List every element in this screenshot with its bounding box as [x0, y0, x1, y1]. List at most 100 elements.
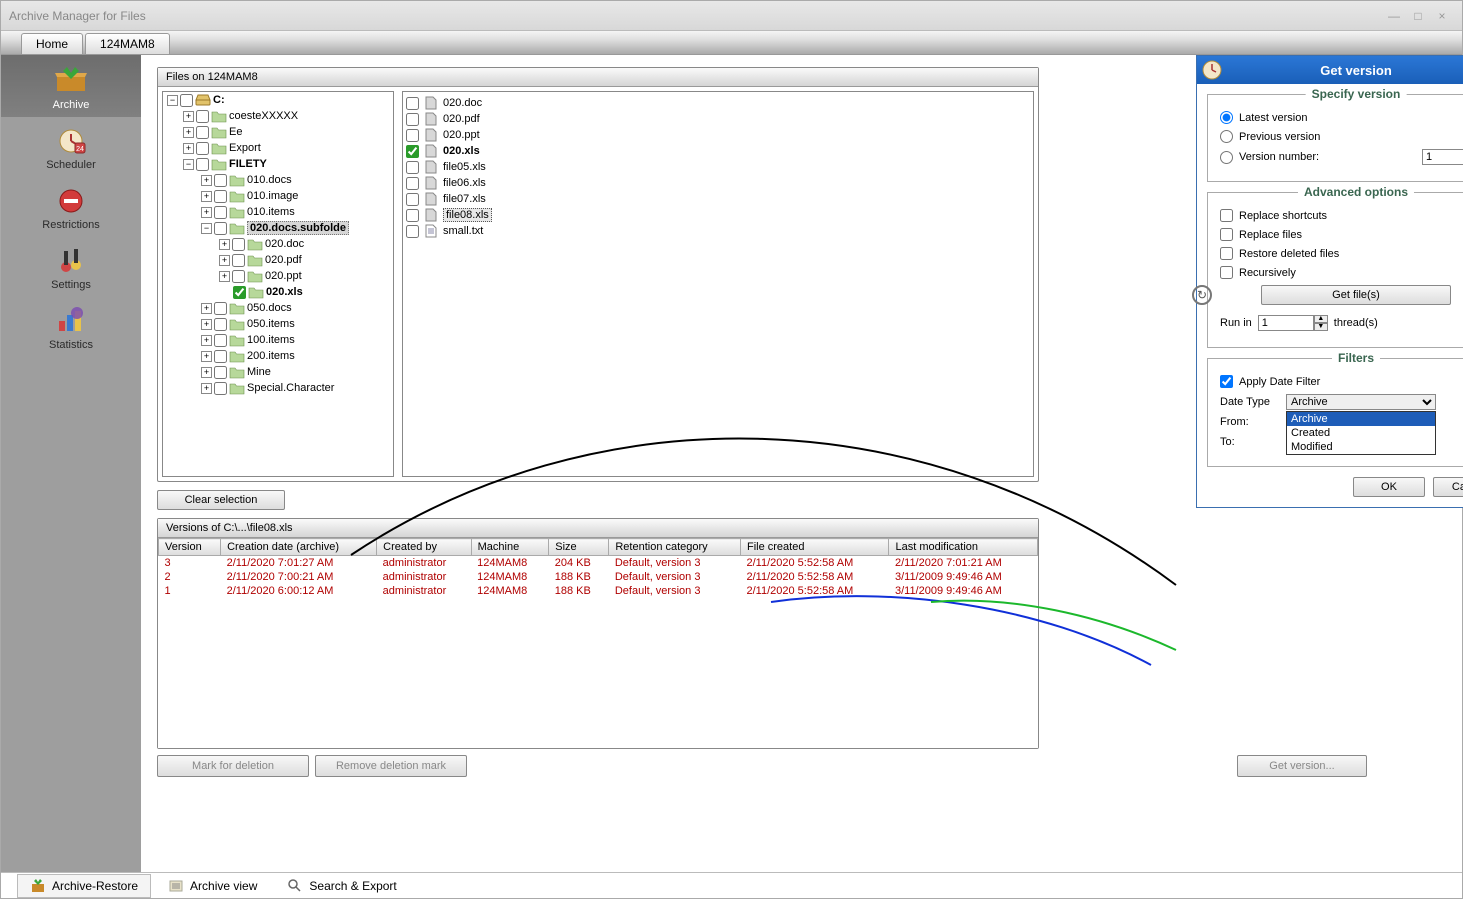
tree-node-label[interactable]: Special.Character	[247, 382, 334, 394]
checkbox-recursively[interactable]	[1220, 266, 1233, 279]
file-name[interactable]: file07.xls	[443, 193, 486, 205]
tree-toggle[interactable]: +	[201, 207, 212, 218]
col-version[interactable]: Version	[159, 539, 221, 556]
radio-previous-version[interactable]	[1220, 130, 1233, 143]
tree-node-label[interactable]: 020.ppt	[265, 270, 302, 282]
tree-checkbox[interactable]	[196, 142, 209, 155]
file-name[interactable]: file05.xls	[443, 161, 486, 173]
file-name[interactable]: 020.doc	[443, 97, 482, 109]
tree-node-label[interactable]: 050.items	[247, 318, 295, 330]
tree-toggle[interactable]: +	[201, 367, 212, 378]
tree-node-label[interactable]: Ee	[229, 126, 242, 138]
tree-node-label[interactable]: 020.xls	[266, 286, 303, 298]
tree-checkbox[interactable]	[214, 206, 227, 219]
file-name[interactable]: 020.xls	[443, 145, 480, 157]
sidebar-item-statistics[interactable]: Statistics	[1, 297, 141, 357]
tree-node-label[interactable]: 010.items	[247, 206, 295, 218]
tree-toggle[interactable]: +	[183, 127, 194, 138]
file-checkbox[interactable]	[406, 113, 419, 126]
tab-home[interactable]: Home	[21, 33, 83, 54]
file-row[interactable]: file07.xls	[406, 191, 1030, 207]
tree-checkbox[interactable]	[196, 126, 209, 139]
tree-toggle[interactable]: +	[201, 383, 212, 394]
tree-toggle[interactable]: +	[201, 335, 212, 346]
file-checkbox[interactable]	[406, 129, 419, 142]
ok-button[interactable]: OK	[1353, 477, 1425, 497]
tree-checkbox[interactable]	[214, 318, 227, 331]
file-row[interactable]: file05.xls	[406, 159, 1030, 175]
tree-checkbox[interactable]	[232, 238, 245, 251]
tree-checkbox[interactable]	[214, 366, 227, 379]
file-name[interactable]: file06.xls	[443, 177, 486, 189]
spin-down-icon[interactable]: ▼	[1314, 323, 1328, 331]
tree-checkbox[interactable]	[214, 190, 227, 203]
file-name[interactable]: file08.xls	[443, 208, 492, 222]
tree-checkbox[interactable]	[232, 254, 245, 267]
table-row[interactable]: 12/11/2020 6:00:12 AMadministrator124MAM…	[159, 584, 1038, 598]
file-checkbox[interactable]	[406, 161, 419, 174]
tree-node-label[interactable]: 200.items	[247, 350, 295, 362]
tree-node-label[interactable]: 020.pdf	[265, 254, 302, 266]
table-row[interactable]: 32/11/2020 7:01:27 AMadministrator124MAM…	[159, 556, 1038, 571]
file-name[interactable]: small.txt	[443, 225, 483, 237]
file-row[interactable]: file08.xls	[406, 207, 1030, 223]
tree-toggle[interactable]: +	[201, 175, 212, 186]
tree-toggle[interactable]: −	[201, 223, 212, 234]
radio-latest-version[interactable]	[1220, 111, 1233, 124]
tree-checkbox[interactable]	[214, 350, 227, 363]
spin-up-icon[interactable]: ▲	[1314, 315, 1328, 323]
col-retention[interactable]: Retention category	[609, 539, 741, 556]
tree-checkbox[interactable]	[214, 174, 227, 187]
dropdown-option-created[interactable]: Created	[1287, 426, 1435, 440]
remove-deletion-mark-button[interactable]: Remove deletion mark	[315, 755, 467, 777]
file-list[interactable]: 020.doc 020.pdf 020.ppt 020.xls file05.xls fi…	[402, 91, 1034, 477]
versions-table[interactable]: Version Creation date (archive) Created …	[158, 538, 1038, 598]
tree-node-label[interactable]: Mine	[247, 366, 271, 378]
tree-toggle[interactable]: +	[201, 351, 212, 362]
bottom-tab-archive-restore[interactable]: Archive-Restore	[17, 874, 151, 898]
sidebar-item-settings[interactable]: Settings	[1, 237, 141, 297]
col-creation-date[interactable]: Creation date (archive)	[221, 539, 377, 556]
tree-toggle[interactable]: −	[183, 159, 194, 170]
checkbox-replace-shortcuts[interactable]	[1220, 209, 1233, 222]
tree-checkbox[interactable]	[180, 94, 193, 107]
tree-checkbox[interactable]	[232, 270, 245, 283]
sidebar-item-restrictions[interactable]: Restrictions	[1, 177, 141, 237]
bottom-tab-search-export[interactable]: Search & Export	[274, 874, 409, 898]
file-row[interactable]: 020.ppt	[406, 127, 1030, 143]
cancel-button[interactable]: Cancel	[1433, 477, 1463, 497]
col-size[interactable]: Size	[549, 539, 609, 556]
version-number-input[interactable]	[1422, 149, 1463, 165]
tree-node-label[interactable]: coesteXXXXX	[229, 110, 298, 122]
tree-checkbox[interactable]	[214, 222, 227, 235]
col-file-created[interactable]: File created	[740, 539, 888, 556]
col-machine[interactable]: Machine	[471, 539, 549, 556]
date-type-select[interactable]: Archive	[1286, 394, 1436, 410]
col-last-mod[interactable]: Last modification	[889, 539, 1038, 556]
clear-selection-button[interactable]: Clear selection	[157, 490, 285, 510]
file-row[interactable]: file06.xls	[406, 175, 1030, 191]
tree-node-label[interactable]: Export	[229, 142, 261, 154]
maximize-button[interactable]: □	[1406, 9, 1430, 23]
tree-toggle[interactable]: +	[219, 255, 230, 266]
refresh-icon[interactable]	[1192, 285, 1212, 305]
col-created-by[interactable]: Created by	[377, 539, 471, 556]
tree-checkbox[interactable]	[214, 334, 227, 347]
close-button[interactable]: ×	[1430, 9, 1454, 23]
get-version-button[interactable]: Get version...	[1237, 755, 1367, 777]
file-row[interactable]: 020.pdf	[406, 111, 1030, 127]
tree-checkbox[interactable]	[196, 158, 209, 171]
file-name[interactable]: 020.ppt	[443, 129, 480, 141]
tree-toggle[interactable]: +	[219, 239, 230, 250]
checkbox-replace-files[interactable]	[1220, 228, 1233, 241]
tree-node-label[interactable]: 010.docs	[247, 174, 292, 186]
tree-toggle[interactable]: +	[201, 191, 212, 202]
checkbox-apply-date-filter[interactable]	[1220, 375, 1233, 388]
tree-node-label[interactable]: FILETY	[229, 158, 267, 170]
bottom-tab-archive-view[interactable]: Archive view	[155, 874, 270, 898]
tree-node-label[interactable]: 100.items	[247, 334, 295, 346]
dropdown-option-modified[interactable]: Modified	[1287, 440, 1435, 454]
radio-version-number[interactable]	[1220, 151, 1233, 164]
tree-horizontal-scrollbar[interactable]: <>	[163, 476, 393, 477]
tree-toggle[interactable]: +	[201, 319, 212, 330]
